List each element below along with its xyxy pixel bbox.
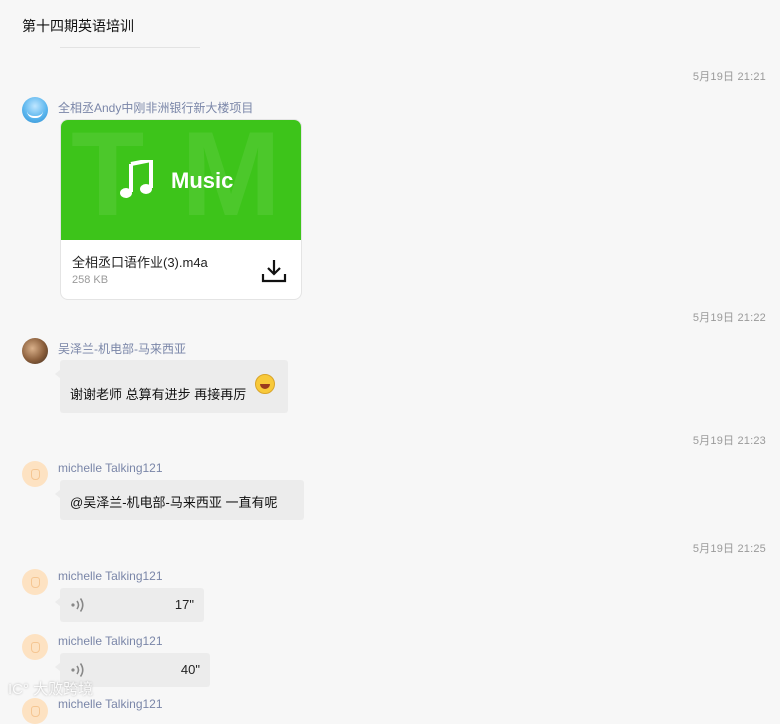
sender-name[interactable]: michelle Talking121: [58, 697, 163, 711]
avatar[interactable]: [22, 461, 48, 487]
timestamp: 5月19日 21:23: [692, 435, 766, 447]
message-text: 谢谢老师 总算有进步 再接再厉: [70, 387, 247, 402]
file-name: 全相丞口语作业(3).m4a: [72, 255, 208, 270]
title-divider: [60, 47, 200, 48]
chat-header: 第十四期英语培训: [0, 0, 780, 50]
sender-name[interactable]: michelle Talking121: [58, 634, 163, 648]
message-bubble[interactable]: @吴泽兰-机电部-马来西亚 一直有呢: [55, 480, 304, 520]
watermark-logo: IC°: [8, 681, 29, 698]
watermark-text: 大败跨境: [33, 681, 94, 698]
music-note-icon: [120, 160, 153, 198]
timestamp: 5月19日 21:22: [692, 312, 766, 324]
timestamp: 5月19日 21:25: [692, 543, 766, 555]
voice-duration: 17": [174, 597, 194, 612]
voice-wave-icon: [71, 598, 84, 612]
timestamp: 5月19日 21:21: [692, 71, 766, 83]
sender-name[interactable]: michelle Talking121: [58, 569, 163, 583]
sender-name[interactable]: 全相丞Andy中刚非洲银行新大楼项目: [58, 99, 253, 116]
voice-message[interactable]: 17": [55, 588, 204, 622]
laughing-emoji-icon: [255, 374, 275, 394]
watermark: IC° 大败跨境: [8, 678, 93, 699]
avatar[interactable]: [22, 338, 48, 364]
avatar[interactable]: [22, 634, 48, 660]
file-banner: T M Music: [61, 120, 301, 240]
avatar[interactable]: [22, 698, 48, 724]
avatar[interactable]: [22, 569, 48, 595]
sender-name[interactable]: 吴泽兰-机电部-马来西亚: [58, 340, 186, 357]
voice-wave-icon: [71, 663, 84, 677]
message-text: @吴泽兰-机电部-马来西亚 一直有呢: [70, 495, 278, 510]
chat-title: 第十四期英语培训: [22, 18, 134, 34]
file-size: 258 KB: [72, 274, 109, 286]
avatar[interactable]: [22, 97, 48, 123]
file-card[interactable]: T M Music 全相丞口语作业(3).m4a 258 KB: [60, 119, 302, 300]
file-type-label: Music: [171, 168, 234, 193]
sender-name[interactable]: michelle Talking121: [58, 461, 163, 475]
message-bubble[interactable]: 谢谢老师 总算有进步 再接再厉: [55, 360, 288, 413]
voice-duration: 40": [180, 662, 200, 677]
download-icon[interactable]: [261, 258, 287, 284]
